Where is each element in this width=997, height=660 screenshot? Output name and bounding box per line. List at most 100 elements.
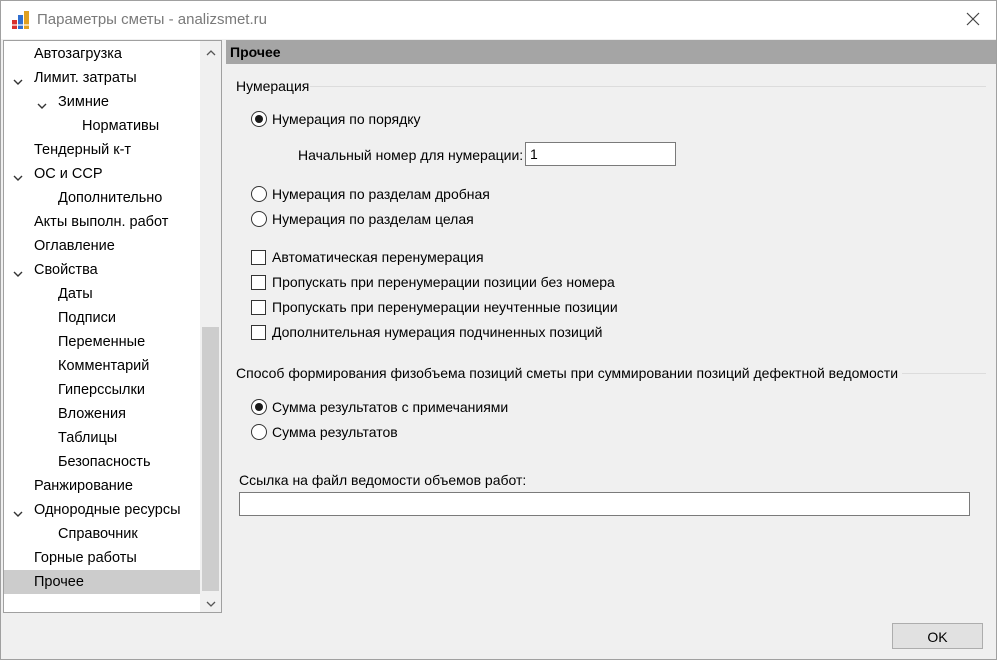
close-button[interactable]: [950, 1, 996, 39]
settings-panel: Прочее Нумерация Нумерация по порядку На…: [226, 40, 996, 613]
check-auto-renumbering[interactable]: Автоматическая перенумерация: [251, 247, 484, 267]
tree-item-label: Свойства: [34, 262, 98, 278]
radio-sum-with-notes[interactable]: Сумма результатов с примечаниями: [251, 397, 508, 417]
tree-item-label: Прочее: [34, 574, 84, 590]
tree-item[interactable]: Переменные: [4, 330, 200, 354]
radio-button[interactable]: [251, 424, 267, 440]
tree-item[interactable]: Акты выполн. работ: [4, 210, 200, 234]
tree-item-label: Переменные: [58, 334, 146, 350]
tree-item[interactable]: Свойства: [4, 258, 200, 282]
checkbox[interactable]: [251, 299, 266, 315]
chevron-down-icon: [206, 594, 216, 610]
radio-sequential-numbering[interactable]: Нумерация по порядку: [251, 109, 421, 129]
tree-item[interactable]: Автозагрузка: [4, 42, 200, 66]
tree-item-label: Автозагрузка: [34, 46, 122, 62]
chevron-down-icon[interactable]: [36, 96, 48, 109]
checkbox-label: Автоматическая перенумерация: [272, 249, 484, 265]
settings-tree[interactable]: Автозагрузка Лимит. затраты Зимние Норматив…: [3, 40, 222, 613]
tree-item-label: Акты выполн. работ: [34, 214, 169, 230]
numbering-group-title: Нумерация: [236, 78, 310, 94]
check-skip-unaccounted[interactable]: Пропускать при перенумерации неучтенные …: [251, 297, 618, 317]
radio-label: Нумерация по порядку: [272, 111, 421, 127]
tree-list: Автозагрузка Лимит. затраты Зимние Норматив…: [4, 42, 200, 612]
checkbox-label: Дополнительная нумерация подчиненных поз…: [272, 324, 603, 340]
tree-item-label: Зимние: [58, 94, 109, 110]
check-additional-numbering[interactable]: Дополнительная нумерация подчиненных поз…: [251, 322, 602, 342]
tree-item-label: Подписи: [58, 310, 116, 326]
tree-item[interactable]: Вложения: [4, 402, 200, 426]
tree-item-label: Гиперссылки: [58, 382, 145, 398]
panel-header: Прочее: [226, 40, 996, 64]
app-icon: [11, 10, 31, 30]
dialog-footer: [1, 613, 996, 659]
radio-label: Сумма результатов с примечаниями: [272, 399, 509, 415]
volume-file-link-input[interactable]: [239, 492, 970, 516]
tree-item[interactable]: Таблицы: [4, 426, 200, 450]
chevron-down-icon[interactable]: [12, 264, 24, 277]
title-bar[interactable]: Параметры сметы - analizsmet.ru: [1, 1, 996, 39]
tree-item-label: Справочник: [58, 526, 138, 542]
tree-item[interactable]: Безопасность: [4, 450, 200, 474]
checkbox[interactable]: [251, 274, 266, 290]
tree-item-label: Нормативы: [82, 118, 160, 134]
check-skip-no-number[interactable]: Пропускать при перенумерации позиции без…: [251, 272, 615, 292]
checkbox-label: Пропускать при перенумерации неучтенные …: [272, 299, 618, 315]
checkbox-label: Пропускать при перенумерации позиции без…: [272, 274, 615, 290]
chevron-up-icon: [206, 43, 216, 59]
tree-item-label: Таблицы: [58, 430, 118, 446]
tree-item-label: Горные работы: [34, 550, 137, 566]
radio-label: Сумма результатов: [272, 424, 398, 440]
radio-fractional-numbering[interactable]: Нумерация по разделам дробная: [251, 184, 490, 204]
tree-item-label: Вложения: [58, 406, 126, 422]
tree-item[interactable]: Зимние: [4, 90, 200, 114]
radio-integer-numbering[interactable]: Нумерация по разделам целая: [251, 209, 474, 229]
tree-item-label: Однородные ресурсы: [34, 502, 181, 518]
radio-button[interactable]: [251, 186, 267, 202]
window-title: Параметры сметы - analizsmet.ru: [37, 11, 267, 28]
tree-item[interactable]: Тендерный к-т: [4, 138, 200, 162]
tree-item[interactable]: Справочник: [4, 522, 200, 546]
scroll-down-button[interactable]: [200, 593, 221, 611]
radio-button[interactable]: [251, 111, 267, 127]
chevron-down-icon[interactable]: [12, 72, 24, 85]
checkbox[interactable]: [251, 324, 266, 340]
tree-item[interactable]: Даты: [4, 282, 200, 306]
volume-group-divider: [902, 373, 986, 374]
tree-item[interactable]: Ранжирование: [4, 474, 200, 498]
tree-item-label: Тендерный к-т: [34, 142, 132, 158]
tree-item[interactable]: Гиперссылки: [4, 378, 200, 402]
numbering-group-divider: [310, 86, 986, 87]
tree-item[interactable]: Прочее: [4, 570, 200, 594]
checkbox[interactable]: [251, 249, 266, 265]
chevron-down-icon[interactable]: [12, 168, 24, 181]
tree-item[interactable]: Дополнительно: [4, 186, 200, 210]
start-number-label: Начальный номер для нумерации:: [298, 147, 524, 163]
radio-button[interactable]: [251, 399, 267, 415]
tree-item[interactable]: ОС и ССР: [4, 162, 200, 186]
tree-item[interactable]: Горные работы: [4, 546, 200, 570]
radio-sum-results[interactable]: Сумма результатов: [251, 422, 398, 442]
start-number-input[interactable]: [525, 142, 676, 166]
tree-scrollbar[interactable]: [200, 41, 221, 612]
tree-item[interactable]: Лимит. затраты: [4, 66, 200, 90]
tree-item[interactable]: Подписи: [4, 306, 200, 330]
chevron-down-icon[interactable]: [12, 504, 24, 517]
scroll-thumb[interactable]: [202, 327, 219, 591]
settings-dialog: Параметры сметы - analizsmet.ru Автозагр…: [0, 0, 997, 660]
tree-item-label: Ранжирование: [34, 478, 133, 494]
volume-file-link-label: Ссылка на файл ведомости объемов работ:: [239, 472, 527, 488]
radio-button[interactable]: [251, 211, 267, 227]
volume-group-title: Способ формирования физобъема позиций см…: [236, 365, 899, 381]
tree-item-label: Безопасность: [58, 454, 151, 470]
close-icon: [966, 12, 980, 29]
tree-item[interactable]: Однородные ресурсы: [4, 498, 200, 522]
ok-button[interactable]: OK: [892, 623, 983, 649]
tree-item-label: Дополнительно: [58, 190, 163, 206]
tree-item-label: Даты: [58, 286, 93, 302]
tree-item[interactable]: Комментарий: [4, 354, 200, 378]
scroll-up-button[interactable]: [200, 42, 221, 60]
tree-item-label: Лимит. затраты: [34, 70, 137, 86]
tree-item[interactable]: Оглавление: [4, 234, 200, 258]
tree-item-label: Комментарий: [58, 358, 150, 374]
tree-item[interactable]: Нормативы: [4, 114, 200, 138]
